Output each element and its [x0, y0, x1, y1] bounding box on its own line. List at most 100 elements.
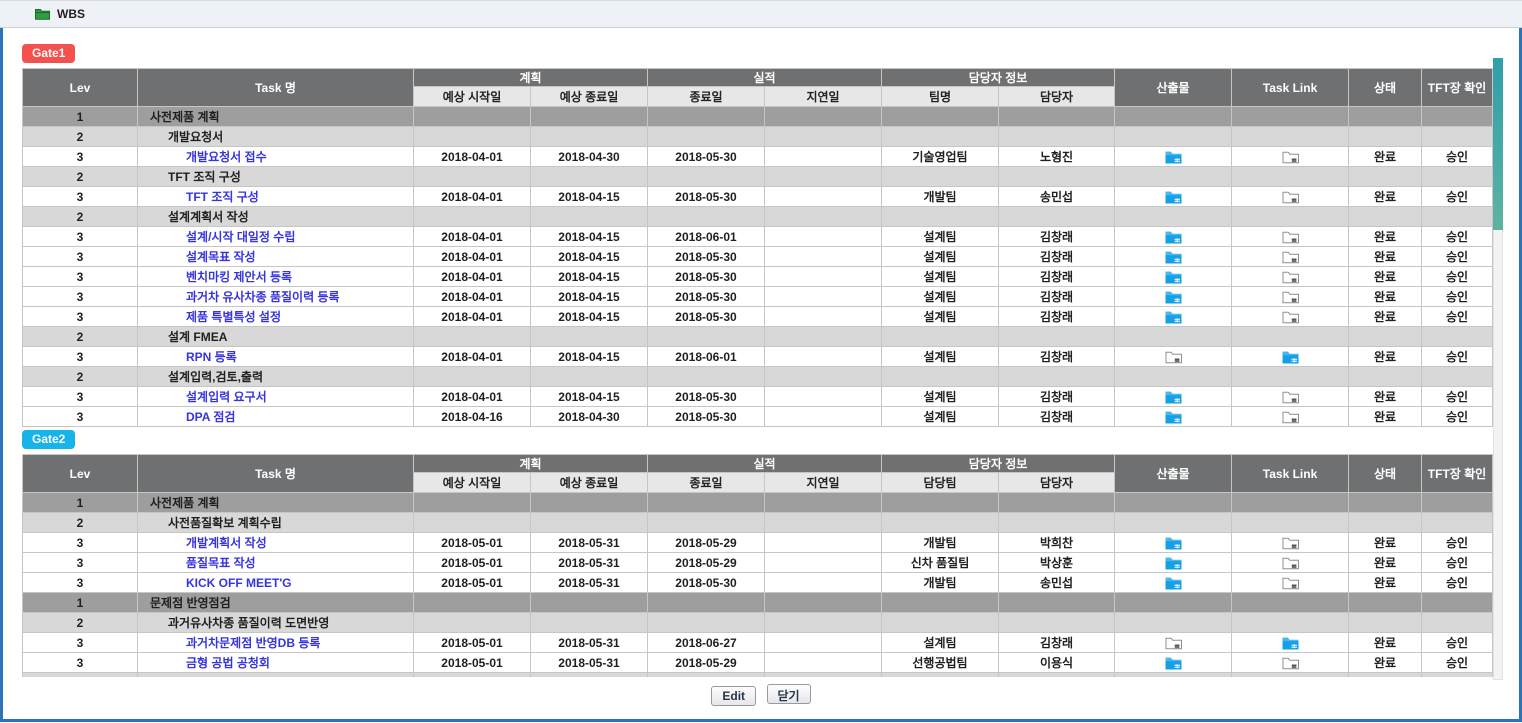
task-link-cell [1232, 207, 1349, 227]
tft-approve-link[interactable]: 승인 [1422, 227, 1493, 247]
task-name[interactable]: 품질목표 작성 [142, 556, 256, 570]
task-name[interactable]: 설계입력 요구서 [142, 390, 267, 404]
plan-start-cell: 2018-04-01 [414, 187, 531, 207]
task-name[interactable]: 벤치마킹 제안서 등록 [142, 270, 292, 284]
column-header-lev: Lev [23, 69, 138, 107]
tft-approve-link[interactable]: 승인 [1422, 533, 1493, 553]
actual-end-cell [648, 613, 765, 633]
folder-blue-icon[interactable] [1165, 189, 1182, 203]
tft-approve-link[interactable]: 승인 [1422, 267, 1493, 287]
task-name[interactable]: 설계목표 작성 [142, 250, 256, 264]
column-header-deliverable: 산출물 [1115, 69, 1232, 107]
delay-cell [765, 673, 882, 678]
plan-start-cell [414, 127, 531, 147]
table-row: 3 과거차문제점 반영DB 등록 2018-05-01 2018-05-31 2… [23, 633, 1493, 653]
plan-start-cell [414, 367, 531, 387]
actual-end-cell: 2018-05-30 [648, 267, 765, 287]
plan-start-cell [414, 327, 531, 347]
team-cell [882, 367, 999, 387]
folder-gray-icon[interactable] [1282, 289, 1299, 303]
tft-approve-link[interactable]: 승인 [1422, 573, 1493, 593]
folder-blue-icon[interactable] [1165, 269, 1182, 283]
tft-confirm-cell [1422, 367, 1493, 387]
folder-blue-icon[interactable] [1165, 149, 1182, 163]
folder-blue-icon[interactable] [1165, 229, 1182, 243]
tft-approve-link[interactable]: 승인 [1422, 287, 1493, 307]
task-name[interactable]: 금형 공법 공청회 [142, 656, 270, 670]
table-row: 3 KICK OFF MEET'G 2018-05-01 2018-05-31 … [23, 573, 1493, 593]
folder-gray-icon[interactable] [1282, 409, 1299, 423]
team-cell: 설계팀 [882, 307, 999, 327]
folder-blue-icon[interactable] [1165, 575, 1182, 589]
folder-blue-icon[interactable] [1165, 289, 1182, 303]
task-name[interactable]: 과거차문제점 반영DB 등록 [142, 636, 320, 650]
tft-approve-link[interactable]: 승인 [1422, 187, 1493, 207]
folder-gray-icon[interactable] [1282, 189, 1299, 203]
folder-gray-icon[interactable] [1165, 635, 1182, 649]
folder-blue-icon[interactable] [1165, 389, 1182, 403]
deliverable-cell [1115, 247, 1232, 267]
tft-approve-link[interactable]: 승인 [1422, 653, 1493, 673]
table-row: 3 DPA 점검 2018-04-16 2018-04-30 2018-05-3… [23, 407, 1493, 427]
tft-approve-link[interactable]: 승인 [1422, 247, 1493, 267]
folder-gray-icon[interactable] [1282, 269, 1299, 283]
folder-gray-icon[interactable] [1282, 309, 1299, 323]
vertical-scrollbar-thumb[interactable] [1493, 58, 1503, 230]
folder-gray-icon[interactable] [1282, 249, 1299, 263]
person-cell: 김창래 [999, 227, 1115, 247]
folder-blue-icon[interactable] [1165, 309, 1182, 323]
folder-gray-icon[interactable] [1282, 555, 1299, 569]
lev-cell: 2 [23, 367, 138, 387]
task-cell: 벤치마킹 제안서 등록 [138, 267, 414, 287]
tft-approve-link[interactable]: 승인 [1422, 553, 1493, 573]
tft-approve-link[interactable]: 승인 [1422, 633, 1493, 653]
task-name[interactable]: DPA 점검 [142, 410, 235, 424]
tft-approve-link[interactable]: 승인 [1422, 387, 1493, 407]
plan-end-cell [531, 613, 648, 633]
task-name[interactable]: 제품 특별특성 설정 [142, 310, 281, 324]
folder-blue-icon[interactable] [1282, 635, 1299, 649]
deliverable-cell [1115, 553, 1232, 573]
folder-gray-icon[interactable] [1282, 575, 1299, 589]
person-cell [999, 327, 1115, 347]
folder-gray-icon[interactable] [1165, 349, 1182, 363]
tft-confirm-cell [1422, 127, 1493, 147]
folder-gray-icon[interactable] [1282, 535, 1299, 549]
folder-gray-icon[interactable] [1282, 655, 1299, 669]
lev-cell: 1 [23, 593, 138, 613]
task-link-cell [1232, 533, 1349, 553]
edit-button[interactable]: Edit [711, 686, 756, 706]
folder-blue-icon[interactable] [1165, 555, 1182, 569]
task-name[interactable]: 개발요청서 접수 [142, 150, 267, 164]
close-button[interactable]: 닫기 [767, 684, 811, 704]
folder-blue-icon[interactable] [1165, 655, 1182, 669]
folder-gray-icon[interactable] [1282, 229, 1299, 243]
actual-end-cell [648, 327, 765, 347]
tft-approve-link[interactable]: 승인 [1422, 407, 1493, 427]
folder-blue-icon[interactable] [1165, 535, 1182, 549]
task-name[interactable]: TFT 조직 구성 [142, 190, 259, 204]
folder-gray-icon[interactable] [1282, 149, 1299, 163]
plan-end-cell [531, 127, 648, 147]
folder-blue-icon[interactable] [1165, 409, 1182, 423]
lev-cell: 3 [23, 267, 138, 287]
plan-start-cell: 2018-04-01 [414, 387, 531, 407]
person-cell: 이용식 [999, 653, 1115, 673]
task-name[interactable]: KICK OFF MEET'G [142, 576, 292, 590]
delay-cell [765, 307, 882, 327]
tft-approve-link[interactable]: 승인 [1422, 147, 1493, 167]
plan-end-cell: 2018-04-15 [531, 287, 648, 307]
lev-cell [23, 673, 138, 678]
task-name[interactable]: 개발계획서 작성 [142, 536, 267, 550]
task-name: 설계 FMEA [142, 330, 227, 344]
folder-gray-icon[interactable] [1282, 389, 1299, 403]
tft-approve-link[interactable]: 승인 [1422, 307, 1493, 327]
task-name[interactable]: 과거차 유사차종 품질이력 등록 [142, 290, 340, 304]
tft-approve-link[interactable]: 승인 [1422, 347, 1493, 367]
folder-blue-icon[interactable] [1282, 349, 1299, 363]
plan-end-cell: 2018-04-30 [531, 147, 648, 167]
folder-blue-icon[interactable] [1165, 249, 1182, 263]
task-name[interactable]: RPN 등록 [142, 350, 237, 364]
task-name[interactable]: 설계/시작 대일정 수립 [142, 230, 295, 244]
tft-confirm-cell [1422, 513, 1493, 533]
